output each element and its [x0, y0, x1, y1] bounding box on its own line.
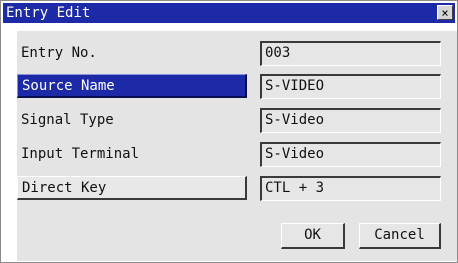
- direct-key-button[interactable]: Direct Key: [17, 176, 247, 200]
- dialog-content: Entry No. 003 Source Name S-VIDEO Signal…: [17, 31, 457, 261]
- direct-key-field[interactable]: CTL + 3: [260, 176, 441, 201]
- input-terminal-field[interactable]: S-Video: [260, 142, 441, 167]
- source-name-field[interactable]: S-VIDEO: [260, 74, 441, 99]
- signal-type-label: Signal Type: [21, 112, 114, 128]
- cancel-button[interactable]: Cancel: [359, 223, 441, 249]
- input-terminal-label: Input Terminal: [21, 146, 140, 162]
- entry-no-field[interactable]: 003: [260, 41, 441, 66]
- signal-type-field[interactable]: S-Video: [260, 108, 441, 133]
- close-button[interactable]: ×: [437, 5, 453, 20]
- entry-edit-dialog: Entry Edit × Entry No. 003 Source Name S…: [0, 0, 458, 263]
- close-icon: ×: [441, 5, 449, 20]
- source-name-button[interactable]: Source Name: [17, 74, 247, 98]
- dialog-title: Entry Edit: [6, 5, 91, 21]
- entry-no-label: Entry No.: [21, 45, 97, 61]
- title-bar[interactable]: Entry Edit ×: [3, 3, 455, 23]
- ok-button[interactable]: OK: [281, 223, 345, 249]
